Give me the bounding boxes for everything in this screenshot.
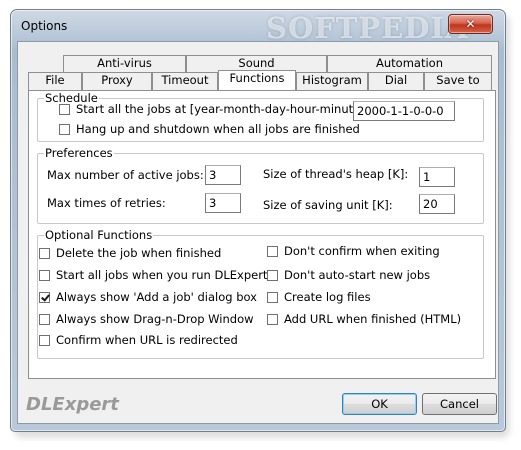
hangup-checkbox[interactable] bbox=[59, 124, 70, 135]
no-auto-start-label: Don't auto-start new jobs bbox=[284, 268, 431, 282]
tab-dial[interactable]: Dial bbox=[368, 72, 424, 90]
start-all-jobs-label: Start all jobs when you run DLExpert bbox=[56, 268, 268, 282]
saving-unit-input[interactable]: 20 bbox=[419, 194, 455, 214]
tab-proxy[interactable]: Proxy bbox=[82, 72, 152, 90]
no-confirm-exit-label: Don't confirm when exiting bbox=[284, 244, 440, 258]
tab-file[interactable]: File bbox=[28, 72, 82, 90]
tab-timeout[interactable]: Timeout bbox=[152, 72, 218, 90]
heap-size-label: Size of thread's heap [K]: bbox=[263, 167, 409, 181]
no-auto-start-checkbox[interactable] bbox=[267, 270, 278, 281]
dlexpert-logo: DLExpert bbox=[26, 394, 119, 415]
close-icon: ✕ bbox=[465, 17, 476, 31]
heap-size-input[interactable]: 1 bbox=[419, 167, 455, 187]
tab-automation[interactable]: Automation bbox=[327, 55, 492, 72]
functions-panel: Schedule Start all the jobs at [year-mon… bbox=[28, 90, 496, 379]
start-jobs-checkbox[interactable] bbox=[59, 104, 70, 115]
optional-functions-legend: Optional Functions bbox=[45, 228, 153, 242]
saving-unit-label: Size of saving unit [K]: bbox=[263, 198, 393, 212]
cancel-button[interactable]: Cancel bbox=[422, 393, 497, 415]
show-drag-drop-checkbox[interactable] bbox=[39, 314, 50, 325]
create-log-label: Create log files bbox=[284, 290, 371, 304]
show-add-job-checkbox[interactable] bbox=[39, 292, 50, 303]
ok-button[interactable]: OK bbox=[342, 393, 417, 415]
max-active-label: Max number of active jobs: bbox=[47, 168, 204, 182]
tab-anti-virus[interactable]: Anti-virus bbox=[63, 55, 186, 72]
max-retries-input[interactable]: 3 bbox=[205, 193, 241, 213]
max-retries-label: Max times of retries: bbox=[47, 196, 166, 210]
delete-job-checkbox[interactable] bbox=[39, 248, 50, 259]
options-dialog: SOFTPEDIA Options ✕ Anti-virus Sound Aut… bbox=[10, 9, 506, 432]
show-add-job-label: Always show 'Add a job' dialog box bbox=[56, 290, 257, 304]
tab-functions[interactable]: Functions bbox=[218, 70, 296, 90]
tab-histogram[interactable]: Histogram bbox=[296, 72, 368, 90]
preferences-legend: Preferences bbox=[45, 146, 113, 160]
add-url-html-checkbox[interactable] bbox=[267, 314, 278, 325]
confirm-redirect-checkbox[interactable] bbox=[39, 335, 50, 346]
hangup-label: Hang up and shutdown when all jobs are f… bbox=[76, 122, 360, 136]
delete-job-label: Delete the job when finished bbox=[56, 246, 222, 260]
start-time-input[interactable]: 2000-1-1-0-0-0 bbox=[353, 101, 455, 121]
preferences-group: Preferences bbox=[37, 147, 484, 224]
dialog-client: Anti-virus Sound Automation File Proxy T… bbox=[17, 41, 499, 424]
window-title: Options bbox=[21, 19, 68, 33]
tab-save-to[interactable]: Save to bbox=[424, 72, 492, 90]
confirm-redirect-label: Confirm when URL is redirected bbox=[56, 333, 238, 347]
add-url-html-label: Add URL when finished (HTML) bbox=[284, 312, 462, 326]
no-confirm-exit-checkbox[interactable] bbox=[267, 246, 278, 257]
show-drag-drop-label: Always show Drag-n-Drop Window bbox=[56, 312, 254, 326]
create-log-checkbox[interactable] bbox=[267, 292, 278, 303]
start-all-jobs-checkbox[interactable] bbox=[39, 270, 50, 281]
max-active-input[interactable]: 3 bbox=[205, 165, 241, 185]
close-button[interactable]: ✕ bbox=[448, 14, 493, 34]
